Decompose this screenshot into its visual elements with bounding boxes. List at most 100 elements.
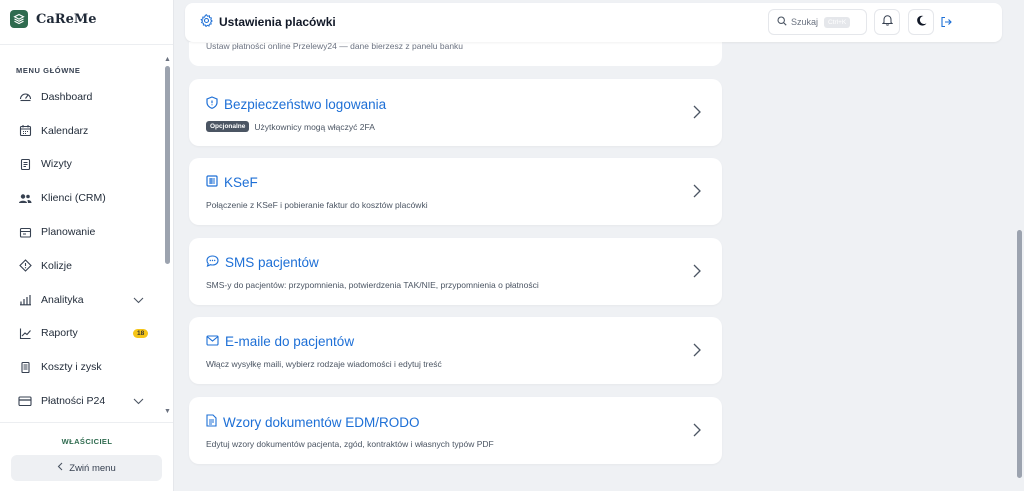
gear-icon — [200, 14, 213, 30]
card-title-text: KSeF — [224, 175, 258, 190]
sidebar-item-label: Kalendarz — [41, 124, 89, 137]
sidebar-item-kolizje[interactable]: Kolizje — [0, 249, 162, 283]
sidebar-menu: Dashboard Kalendarz Wizyty Klienci (CRM)… — [0, 80, 162, 418]
card-description: Opcjonalne Użytkownicy mogą włączyć 2FA — [206, 121, 375, 132]
divider — [0, 422, 173, 423]
scroll-down-icon[interactable]: ▼ — [164, 408, 171, 415]
chevron-down-icon[interactable] — [133, 295, 144, 307]
scroll-up-icon[interactable]: ▲ — [164, 56, 171, 63]
planner-icon — [18, 225, 32, 239]
optional-badge: Opcjonalne — [206, 121, 250, 132]
shield-icon — [206, 96, 218, 112]
notifications-button[interactable] — [874, 9, 900, 35]
card-description-text: Połączenie z KSeF i pobieranie faktur do… — [206, 200, 428, 210]
users-icon — [18, 191, 32, 205]
top-header: Ustawienia placówki Szukaj Ctrl+K — [185, 3, 1002, 42]
count-badge: 18 — [133, 328, 149, 338]
chevron-right-icon[interactable] — [693, 264, 701, 283]
card-title: SMS pacjentów — [206, 255, 319, 270]
card-description: Ustaw płatności online Przelewy24 — dane… — [206, 42, 464, 51]
card-description-text: Edytuj wzory dokumentów pacjenta, zgód, … — [206, 439, 494, 449]
settings-card-security[interactable]: Bezpieczeństwo logowania Opcjonalne Użyt… — [189, 79, 722, 146]
card-title: Bezpieczeństwo logowania — [206, 96, 386, 112]
chevron-right-icon[interactable] — [693, 184, 701, 203]
search-button[interactable]: Szukaj Ctrl+K — [768, 9, 867, 35]
credit-card-icon — [18, 394, 32, 408]
gauge-icon — [18, 90, 32, 104]
sidebar-item-label: Koszty i zysk — [41, 361, 102, 374]
card-description-text: Użytkownicy mogą włączyć 2FA — [254, 121, 375, 132]
page-title: Ustawienia placówki — [200, 14, 336, 30]
sidebar-item-platnosci[interactable]: Płatności P24 — [0, 384, 162, 418]
page-title-text: Ustawienia placówki — [219, 15, 336, 29]
divider — [0, 44, 173, 45]
card-title-text: SMS pacjentów — [225, 255, 319, 270]
card-title-text: E-maile do pacjentów — [225, 334, 355, 349]
menu-section-label: MENU GŁÓWNE — [16, 66, 81, 75]
warning-diamond-icon — [18, 259, 32, 273]
sidebar-item-dashboard[interactable]: Dashboard — [0, 80, 162, 114]
search-label: Szukaj — [791, 17, 819, 27]
card-title: E-maile do pacjentów — [206, 334, 354, 349]
bell-icon — [881, 13, 893, 31]
app-logo[interactable]: CaReMe — [10, 10, 97, 28]
settings-card-sms[interactable]: SMS pacjentów SMS-y do pacjentów: przypo… — [189, 238, 722, 305]
card-description: Włącz wysyłkę maili, wybierz rodzaje wia… — [206, 359, 442, 369]
chat-icon — [206, 255, 219, 270]
moon-icon — [916, 13, 927, 31]
file-text-icon — [206, 414, 217, 430]
sidebar-item-label: Płatności P24 — [41, 395, 106, 408]
card-description-text: Włącz wysyłkę maili, wybierz rodzaje wia… — [206, 359, 442, 369]
collapse-menu-label: Zwiń menu — [69, 462, 116, 474]
settings-card-email[interactable]: E-maile do pacjentów Włącz wysyłkę maili… — [189, 317, 722, 384]
sidebar-item-label: Dashboard — [41, 90, 93, 103]
sidebar-item-label: Analityka — [41, 293, 84, 306]
card-title: KSeF — [206, 175, 258, 190]
settings-card-p24[interactable]: Ustaw płatności online Przelewy24 — dane… — [189, 42, 722, 66]
app-name: CaReMe — [36, 11, 97, 27]
collapse-menu-button[interactable]: Zwiń menu — [11, 455, 162, 481]
scrollbar-thumb[interactable] — [165, 66, 170, 264]
sidebar-item-raporty[interactable]: Raporty 18 — [0, 317, 162, 351]
chevron-down-icon[interactable] — [133, 396, 144, 408]
document-icon — [18, 157, 32, 171]
sidebar-item-analityka[interactable]: Analityka — [0, 283, 162, 317]
sidebar-item-label: Planowanie — [41, 226, 96, 239]
search-icon — [777, 16, 787, 28]
sidebar-item-label: Kolizje — [41, 259, 72, 272]
sidebar-item-planowanie[interactable]: Planowanie — [0, 215, 162, 249]
user-role-label: WŁAŚCICIEL — [61, 437, 113, 446]
card-description: Edytuj wzory dokumentów pacjenta, zgód, … — [206, 439, 494, 449]
chevron-right-icon[interactable] — [693, 105, 701, 124]
scrollbar-thumb[interactable] — [1017, 230, 1022, 478]
page-scrollbar[interactable] — [1015, 0, 1024, 491]
chevron-right-icon[interactable] — [693, 343, 701, 362]
shortcut-hint: Ctrl+K — [824, 16, 851, 28]
receipt-icon — [18, 360, 32, 374]
sidebar-item-label: Wizyty — [41, 158, 72, 171]
settings-card-ksef[interactable]: KSeF Połączenie z KSeF i pobieranie fakt… — [189, 158, 722, 225]
sidebar-item-klienci[interactable]: Klienci (CRM) — [0, 181, 162, 215]
logo-icon — [10, 10, 28, 28]
sidebar-scrollbar[interactable]: ▲ ▼ — [163, 56, 172, 416]
sidebar-item-wizyty[interactable]: Wizyty — [0, 148, 162, 182]
card-title-text: Bezpieczeństwo logowania — [224, 96, 387, 112]
chevron-right-icon[interactable] — [693, 423, 701, 442]
sidebar-item-koszty[interactable]: Koszty i zysk — [0, 350, 162, 384]
card-title-text: Wzory dokumentów EDM/RODO — [223, 414, 420, 430]
theme-toggle-button[interactable] — [908, 9, 934, 35]
mail-icon — [206, 334, 219, 349]
settings-card-documents[interactable]: Wzory dokumentów EDM/RODO Edytuj wzory d… — [189, 397, 722, 464]
bar-chart-icon — [18, 293, 32, 307]
card-description: SMS-y do pacjentów: przypomnienia, potwi… — [206, 280, 539, 290]
logout-icon[interactable] — [940, 15, 952, 33]
sidebar-item-label: Raporty — [41, 327, 78, 340]
calendar-icon — [18, 124, 32, 138]
card-description-text: SMS-y do pacjentów: przypomnienia, potwi… — [206, 280, 539, 290]
chevron-left-icon — [57, 462, 63, 474]
card-title: Wzory dokumentów EDM/RODO — [206, 414, 420, 430]
trend-chart-icon — [18, 326, 32, 340]
invoice-icon — [206, 175, 218, 190]
sidebar-item-kalendarz[interactable]: Kalendarz — [0, 114, 162, 148]
sidebar: CaReMe MENU GŁÓWNE Dashboard Kalendarz W… — [0, 0, 174, 491]
